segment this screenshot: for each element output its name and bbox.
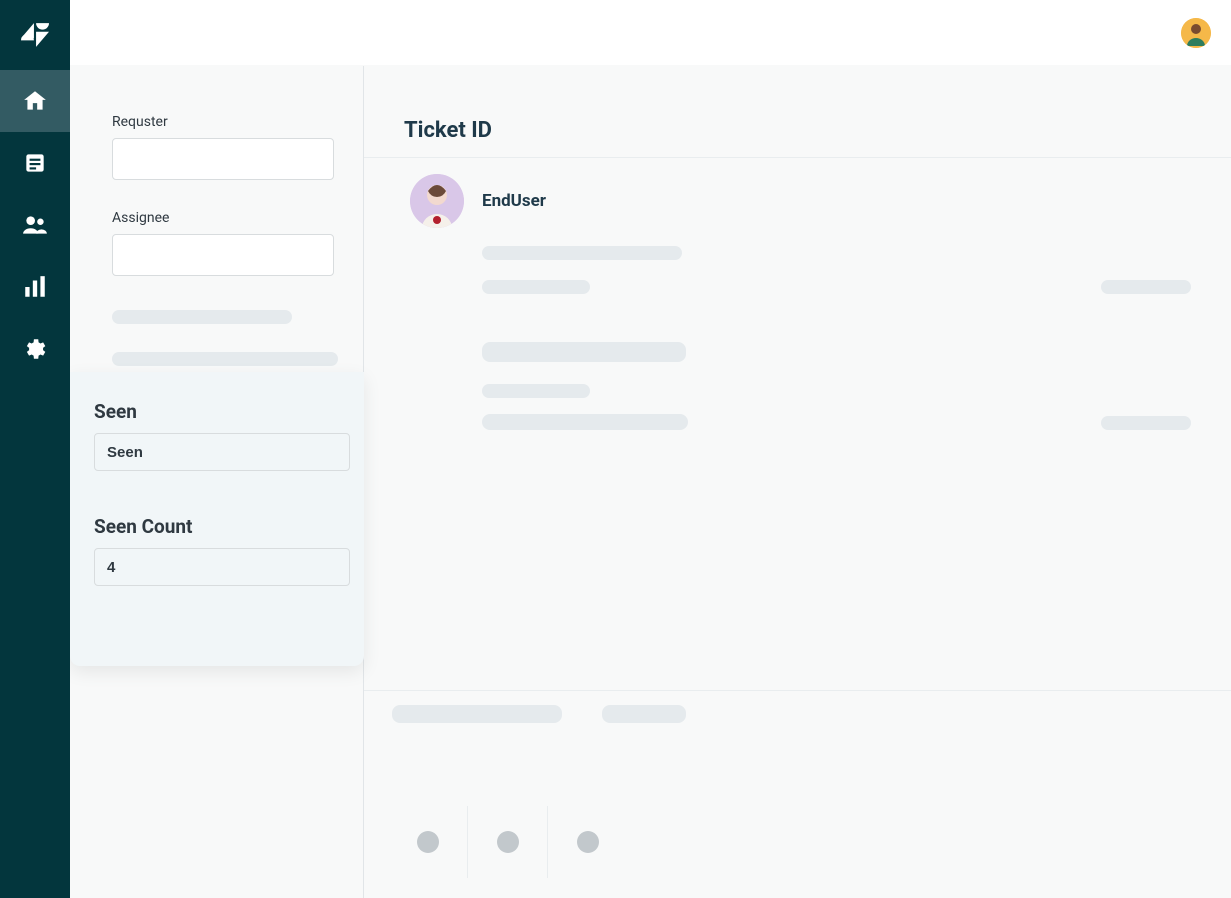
avatar-icon	[410, 174, 464, 228]
skeleton-line	[112, 352, 338, 366]
nav-rail	[0, 0, 70, 898]
requester-input[interactable]	[112, 138, 334, 180]
nav-home[interactable]	[0, 70, 70, 132]
ticket-properties-panel: Requster Assignee Seen Seen Count	[70, 66, 364, 898]
skeleton-line	[392, 705, 562, 723]
action-icon	[497, 831, 519, 853]
composer-action-3[interactable]	[548, 806, 628, 878]
ticket-title: Ticket ID	[404, 118, 1231, 143]
seen-count-heading: Seen Count	[94, 515, 340, 538]
app-card: Seen Seen Count	[70, 372, 364, 666]
nav-reporting[interactable]	[0, 256, 70, 318]
skeleton-line	[482, 342, 686, 362]
ticket-main-panel: Ticket ID EndUser	[364, 66, 1231, 898]
skeleton-line	[602, 705, 686, 723]
skeleton-line	[482, 280, 590, 294]
ticket-header: Ticket ID	[364, 66, 1231, 158]
composer-action-2[interactable]	[468, 806, 548, 878]
skeleton-line	[482, 246, 682, 260]
skeleton-line	[482, 384, 590, 398]
skeleton-timestamp	[1101, 416, 1191, 430]
reporting-icon	[22, 274, 48, 300]
skeleton-line	[482, 414, 688, 430]
views-icon	[22, 150, 48, 176]
seen-count-field[interactable]	[94, 548, 350, 586]
end-user-name: EndUser	[482, 191, 546, 211]
work-area: Requster Assignee Seen Seen Count Ticket…	[70, 0, 1231, 898]
nav-views[interactable]	[0, 132, 70, 194]
skeleton-timestamp	[1101, 280, 1191, 294]
admin-icon	[22, 336, 48, 362]
end-user-avatar[interactable]	[410, 174, 464, 228]
nav-admin[interactable]	[0, 318, 70, 380]
ticket-requester-row: EndUser	[364, 158, 1231, 228]
message-block	[364, 228, 1231, 430]
top-bar	[70, 0, 1231, 66]
requester-label: Requster	[112, 114, 333, 130]
assignee-input[interactable]	[112, 234, 334, 276]
agent-avatar[interactable]	[1181, 18, 1211, 48]
assignee-label: Assignee	[112, 210, 333, 226]
reply-row	[364, 691, 1231, 723]
composer-actions	[364, 806, 1231, 898]
composer-action-1[interactable]	[388, 806, 468, 878]
skeleton-line	[112, 310, 292, 324]
action-icon	[577, 831, 599, 853]
zendesk-logo	[0, 0, 70, 70]
home-icon	[22, 88, 48, 114]
customers-icon	[22, 212, 48, 238]
nav-customers[interactable]	[0, 194, 70, 256]
seen-heading: Seen	[94, 400, 340, 423]
action-icon	[417, 831, 439, 853]
seen-field[interactable]	[94, 433, 350, 471]
avatar-icon	[1181, 18, 1211, 48]
